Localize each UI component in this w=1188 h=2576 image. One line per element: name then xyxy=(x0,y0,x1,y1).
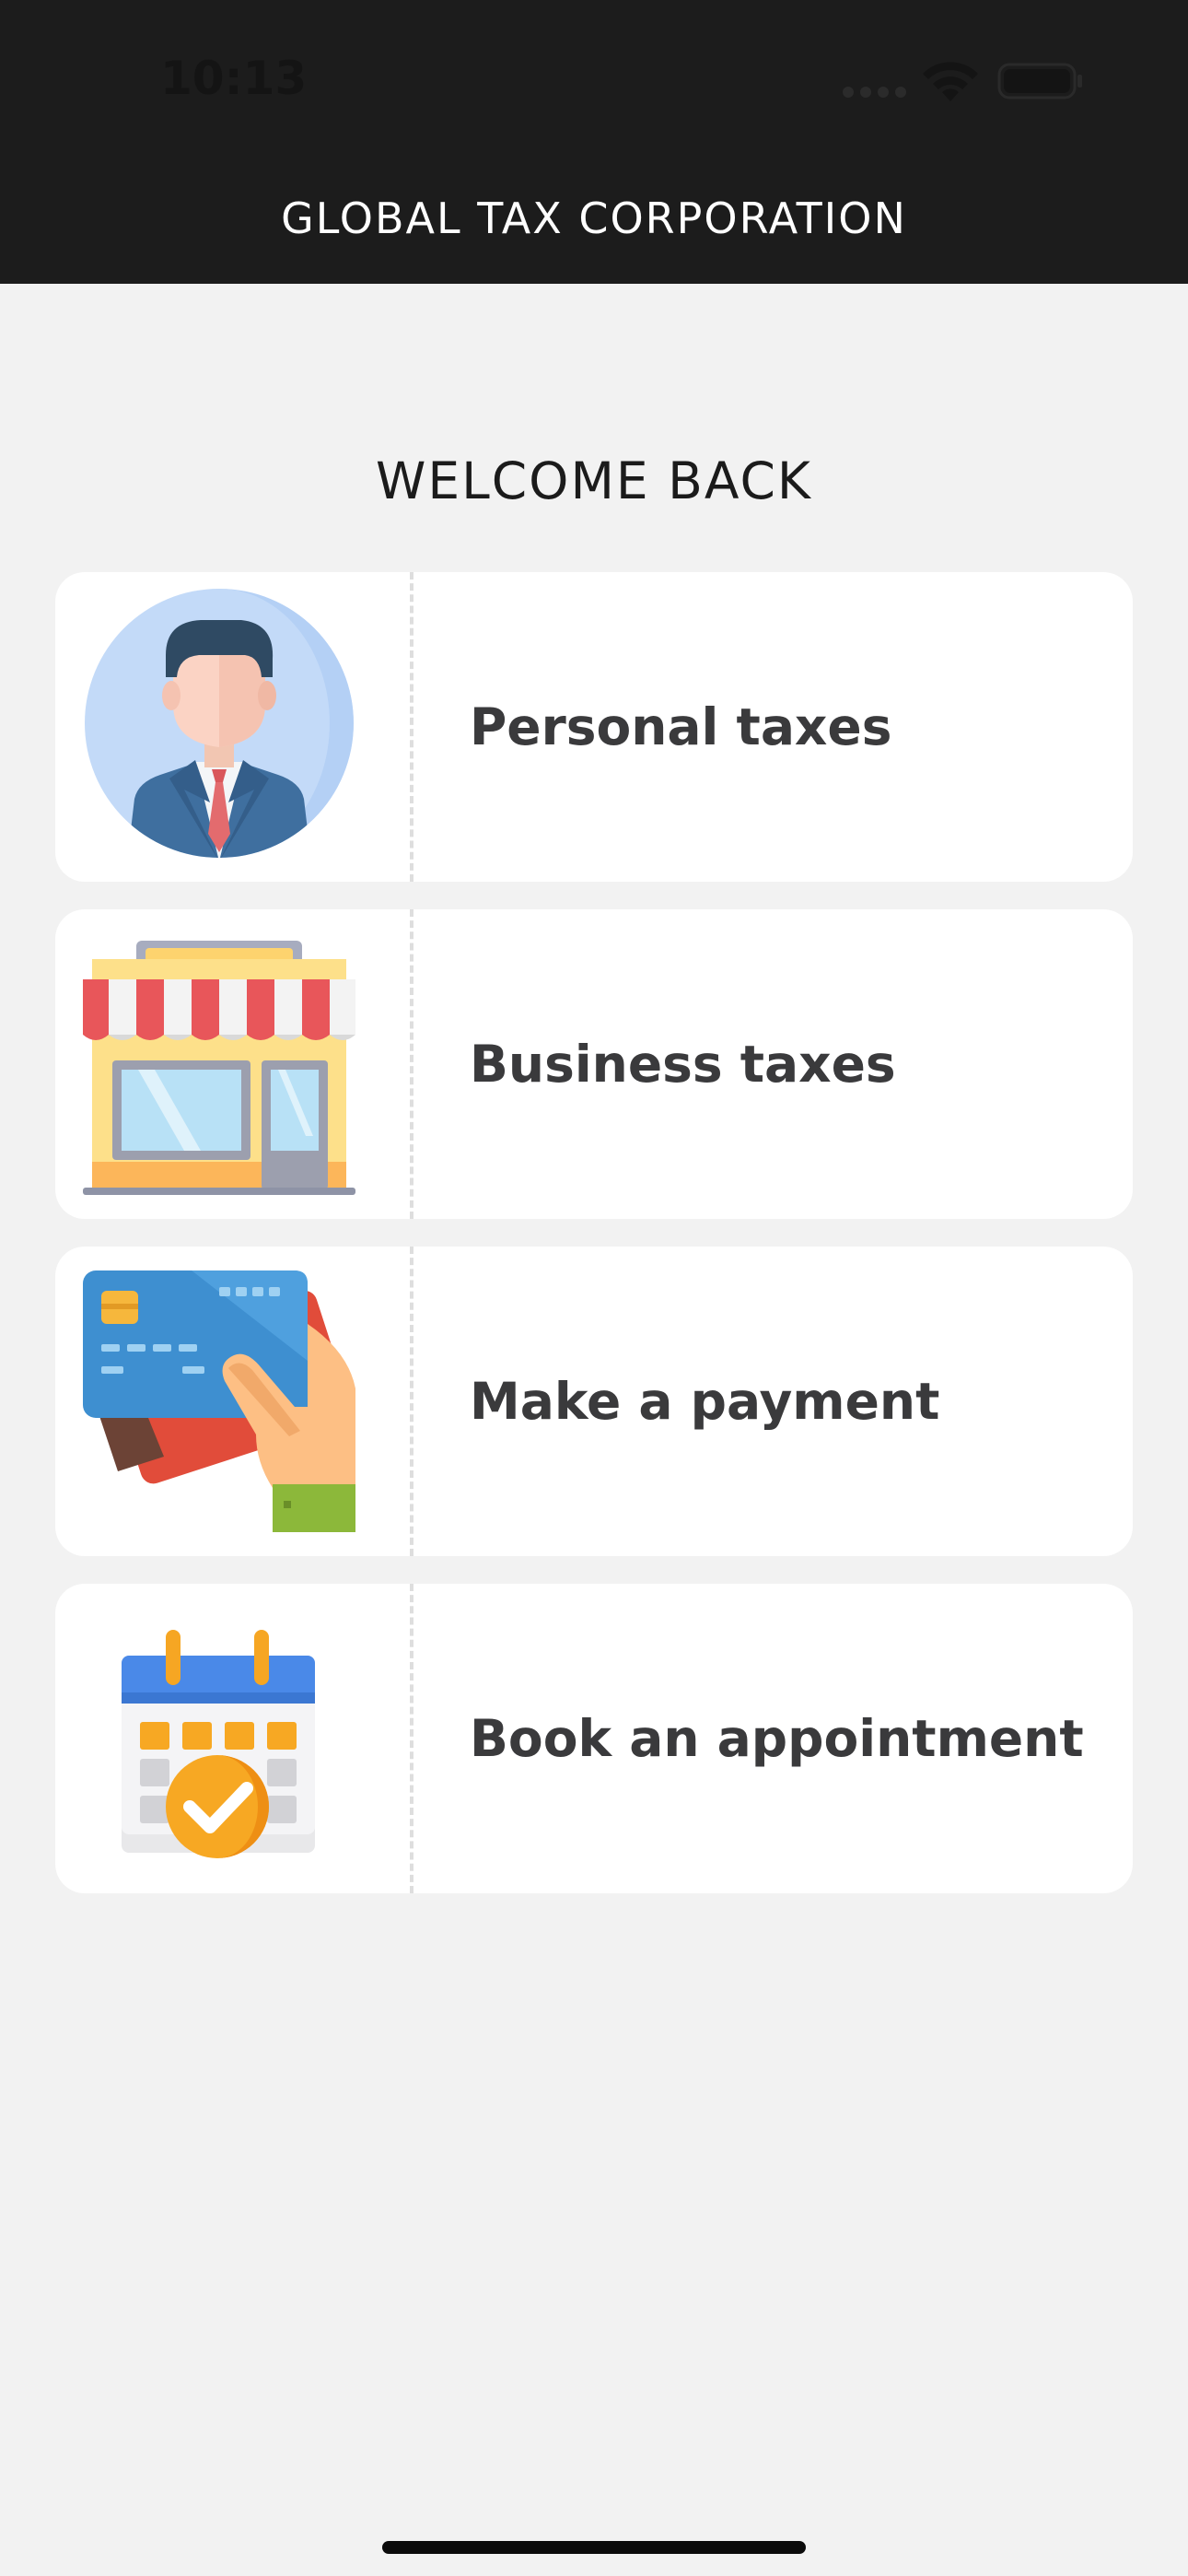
cellular-signal-icon xyxy=(843,87,906,98)
make-a-payment-label: Make a payment xyxy=(470,1372,940,1431)
storefront-icon xyxy=(83,941,355,1195)
personal-taxes-label: Personal taxes xyxy=(470,697,892,756)
calendar-check-icon xyxy=(122,1630,315,1858)
personal-taxes-card[interactable]: Personal taxes xyxy=(55,572,1133,882)
app-header: 10:13 GLOBAL TAX CORPORATION xyxy=(0,0,1188,284)
credit-card-hand-icon xyxy=(83,1270,355,1532)
app-title: GLOBAL TAX CORPORATION xyxy=(281,193,907,243)
battery-icon xyxy=(997,63,1082,100)
card-divider xyxy=(410,572,413,882)
business-taxes-card[interactable]: Business taxes xyxy=(55,909,1133,1219)
business-taxes-label: Business taxes xyxy=(470,1035,896,1094)
book-an-appointment-card[interactable]: Book an appointment xyxy=(55,1584,1133,1893)
card-divider xyxy=(410,909,413,1219)
home-indicator[interactable] xyxy=(382,2541,806,2554)
card-divider xyxy=(410,1247,413,1556)
book-an-appointment-label: Book an appointment xyxy=(470,1709,1084,1768)
status-time: 10:13 xyxy=(160,52,308,105)
make-a-payment-card[interactable]: Make a payment xyxy=(55,1247,1133,1556)
businessman-icon xyxy=(85,589,354,858)
welcome-heading: WELCOME BACK xyxy=(375,451,813,510)
wifi-icon xyxy=(923,62,978,101)
card-divider xyxy=(410,1584,413,1893)
